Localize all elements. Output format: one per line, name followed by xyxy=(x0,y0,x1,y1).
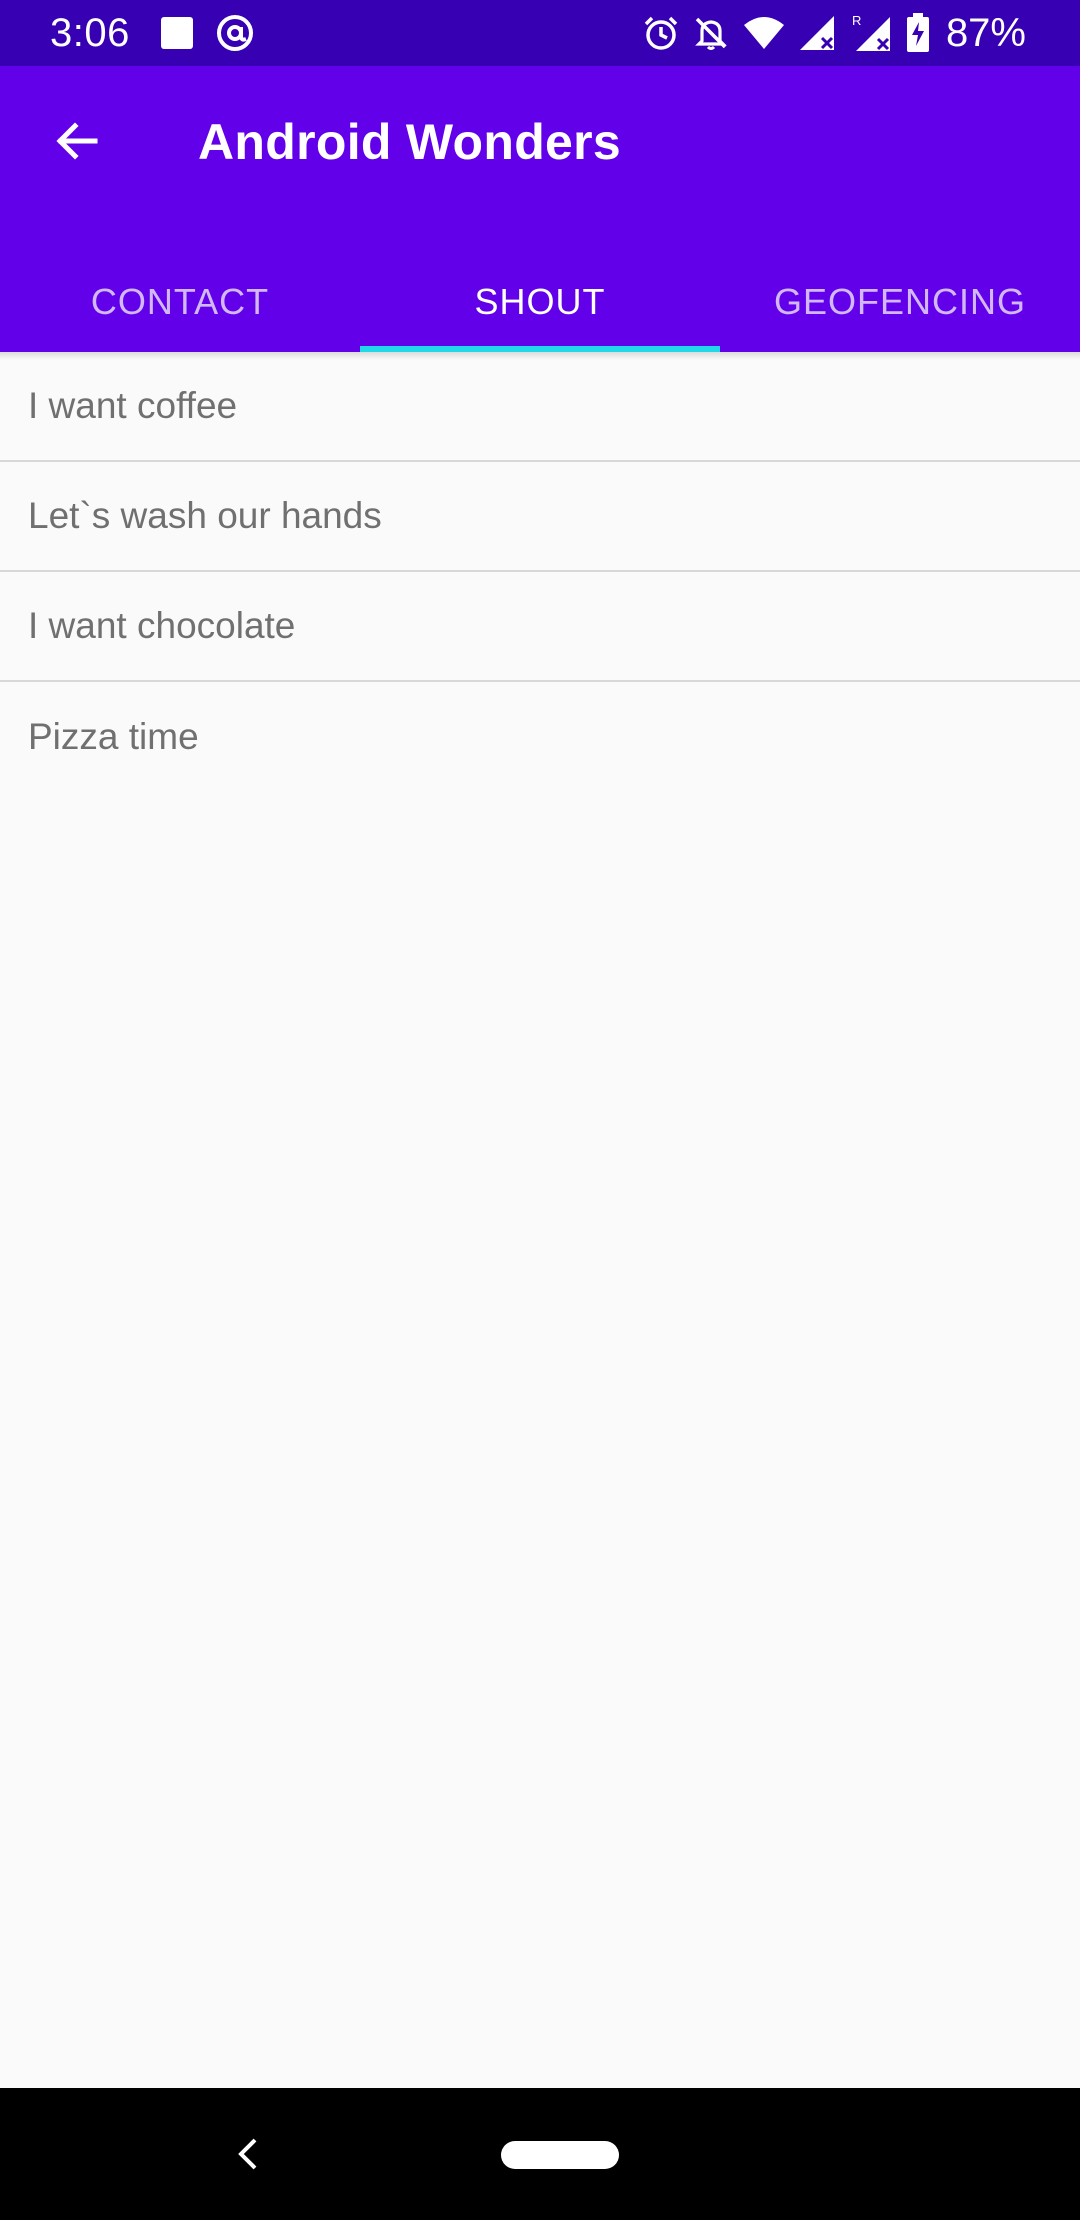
arrow-back-icon xyxy=(56,122,98,160)
list-item-label: I want chocolate xyxy=(28,605,296,646)
nav-back-button[interactable] xyxy=(218,2124,278,2184)
notifications-off-icon xyxy=(695,17,727,50)
screen: 3:06 R 87% Android Wonders CONTACT SHOUT… xyxy=(0,0,1080,2220)
signal-roaming-icon: R xyxy=(852,13,890,51)
list-item[interactable]: I want coffee xyxy=(0,352,1080,462)
tab-label: GEOFENCING xyxy=(773,281,1026,322)
status-time: 3:06 xyxy=(50,11,130,55)
list-item[interactable]: Let`s wash our hands xyxy=(0,462,1080,572)
tab-contact[interactable]: CONTACT xyxy=(0,252,360,352)
list-item[interactable]: Pizza time xyxy=(0,682,1080,792)
status-bar: 3:06 R 87% xyxy=(0,0,1080,66)
shout-list: I want coffee Let`s wash our hands I wan… xyxy=(0,352,1080,792)
tab-label: CONTACT xyxy=(90,281,270,322)
navigation-bar xyxy=(0,2088,1080,2220)
tab-bar-shadow xyxy=(0,352,1080,360)
status-left-icons xyxy=(160,14,254,52)
tab-geofencing[interactable]: GEOFENCING xyxy=(720,252,1080,352)
svg-text:R: R xyxy=(852,13,861,28)
back-button[interactable] xyxy=(40,104,114,178)
tab-label: SHOUT xyxy=(474,281,606,322)
at-sign-notification-icon xyxy=(217,15,253,51)
square-notification-icon xyxy=(161,17,193,49)
battery-charging-icon xyxy=(906,13,929,52)
signal-icon xyxy=(799,16,834,50)
nav-back-chevron-icon xyxy=(238,2138,257,2170)
alarm-icon xyxy=(644,16,678,50)
list-item-label: Let`s wash our hands xyxy=(28,495,382,536)
status-right-icons: R 87% xyxy=(642,12,1026,54)
list-item[interactable]: I want chocolate xyxy=(0,572,1080,682)
app-bar: Android Wonders xyxy=(0,66,1080,252)
list-item-label: I want coffee xyxy=(28,385,238,426)
page-title: Android Wonders xyxy=(198,114,622,170)
battery-percent: 87% xyxy=(945,11,1026,55)
wifi-icon xyxy=(743,17,784,49)
home-pill-icon[interactable] xyxy=(501,2141,619,2169)
list-item-label: Pizza time xyxy=(28,716,199,757)
tab-shout[interactable]: SHOUT xyxy=(360,252,720,352)
tab-bar: CONTACT SHOUT GEOFENCING xyxy=(0,252,1080,352)
